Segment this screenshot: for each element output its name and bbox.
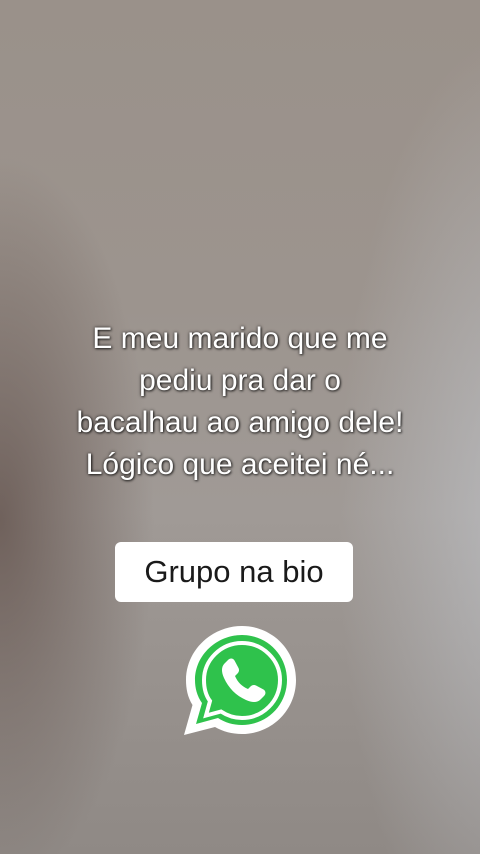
group-in-bio-label: Grupo na bio: [144, 554, 324, 589]
video-caption: E meu marido que me pediu pra dar o baca…: [20, 318, 460, 486]
caption-line: bacalhau ao amigo dele!: [76, 406, 404, 439]
group-in-bio-button[interactable]: Grupo na bio: [115, 542, 353, 602]
whatsapp-icon[interactable]: [180, 620, 300, 740]
caption-line: pediu pra dar o: [139, 364, 341, 397]
caption-line: E meu marido que me: [92, 322, 388, 355]
caption-line: Lógico que aceitei né...: [85, 448, 395, 481]
